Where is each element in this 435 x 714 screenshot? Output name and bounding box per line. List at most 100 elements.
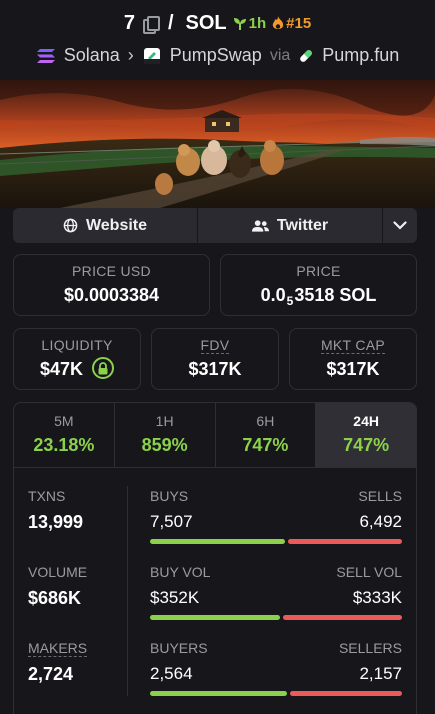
trending-rank-value: #15 [286,15,312,32]
tab-24h-change: 747% [343,435,390,455]
lock-icon[interactable] [92,357,115,380]
fire-icon [272,16,284,29]
sells-label: SELLS [358,488,402,504]
tab-1h-label: 1H [155,413,174,429]
volume-value: $686K [28,588,82,608]
stats-divider [127,486,128,696]
website-label: Website [85,216,148,234]
users-icon [251,219,269,232]
price-native-digits: 3518 SOL [294,285,377,305]
pair-header: 7 / SOL 1h #15 Solana › PumpSwap via Pum… [0,0,435,80]
trending-rank[interactable]: #15 [272,15,311,32]
price-usd-box: PRICE USD $0.0003384 [13,254,210,316]
tab-6h-label: 6H [256,413,275,429]
price-native-label: PRICE [296,263,341,279]
txns-value: 13,999 [28,512,84,532]
volume-label: VOLUME [28,564,88,580]
txns-label: TXNS [28,488,66,504]
website-button[interactable]: Website [13,208,198,243]
liquidity-value: $47K [39,359,83,379]
tab-1h[interactable]: 1H 859% [115,403,216,467]
via-label: via [269,46,291,64]
buy-sell-volume-stat: BUY VOL SELL VOL $352K $333K [150,564,402,620]
pumpswap-logo-icon [143,47,160,64]
tab-5m-label: 5M [54,413,74,429]
buy-vol-value: $352K [150,588,200,607]
sell-vol-value: $333K [352,588,402,607]
tab-1h-change: 859% [141,435,188,455]
buys-bar-fill [150,539,286,544]
tab-5m[interactable]: 5M 23.18% [14,403,115,467]
pair-age: 1h [233,15,267,32]
market-cap-box: MKT CAP $317K [289,328,417,390]
buys-label: BUYS [150,488,189,504]
price-usd-label: PRICE USD [72,263,151,279]
tab-24h-label: 24H [353,413,379,429]
liquidity-value-row: $47K [14,357,140,381]
price-native-prefix: 0.0 [260,285,286,305]
makers-value: 2,724 [28,664,74,684]
quote-symbol: SOL [185,12,227,34]
sells-value: 6,492 [359,512,402,531]
pair-separator: / [167,12,174,34]
buy-vol-label: BUY VOL [150,564,211,580]
sellers-value: 2,157 [359,664,402,683]
twitter-button[interactable]: Twitter [198,208,382,243]
twitter-label: Twitter [276,216,329,234]
tab-6h-change: 747% [242,435,289,455]
buy-sell-volume-bar [150,615,402,620]
buyers-label: BUYERS [150,640,208,656]
sell-vol-bar-fill [282,615,402,620]
fdv-label: FDV [152,337,278,354]
volume-stat: VOLUME $686K [28,564,87,609]
pair-age-value: 1h [248,15,267,32]
pill-icon [300,49,313,62]
sells-bar-fill [288,539,402,544]
makers-stat: MAKERS 2,724 [28,640,88,685]
social-links: Website Twitter [13,208,417,243]
buyers-value: 2,564 [150,664,193,683]
buyers-sellers-bar [150,691,402,696]
dex-link[interactable]: PumpSwap [170,45,262,66]
token-symbol: 7 [123,12,135,34]
price-usd-value: $0.0003384 [63,285,160,305]
buys-sells-stat: BUYS SELLS 7,507 6,492 [150,488,402,544]
tab-6h[interactable]: 6H 747% [216,403,317,467]
buyers-sellers-stat: BUYERS SELLERS 2,564 2,157 [150,640,402,696]
tab-24h[interactable]: 24H 747% [316,403,416,467]
solana-logo-icon [36,48,55,63]
launchpad-link[interactable]: Pump.fun [322,45,399,66]
market-cap-label: MKT CAP [290,337,416,354]
fdv-box: FDV $317K [151,328,279,390]
chevron-right-icon: › [127,45,134,65]
buyers-bar-fill [150,691,287,696]
globe-icon [63,218,78,233]
buys-sells-bar [150,539,402,544]
sellers-bar-fill [289,691,402,696]
market-cap-label-text: MKT CAP [320,337,386,354]
sellers-label: SELLERS [338,640,402,656]
chain-link[interactable]: Solana [64,45,120,66]
copy-icon[interactable] [142,16,160,34]
more-links-button[interactable] [382,208,417,243]
price-native-zero-count: 5 [286,294,294,308]
breadcrumb: Solana › PumpSwap via Pump.fun [0,45,435,66]
buys-value: 7,507 [150,512,193,531]
fdv-label-text: FDV [200,337,230,354]
tab-5m-change: 23.18% [33,435,95,455]
market-cap-value: $317K [326,359,380,379]
makers-label-text: MAKERS [28,640,88,657]
makers-label: MAKERS [28,640,88,657]
txns-stat: TXNS 13,999 [28,488,83,533]
price-native-box: PRICE 0.053518 SOL [220,254,417,316]
fdv-value: $317K [188,359,242,379]
buy-vol-bar-fill [150,615,280,620]
price-native-value: 0.053518 SOL [221,285,416,308]
trade-stats: TXNS 13,999 VOLUME $686K MAKERS 2,724 BU… [13,468,417,714]
liquidity-box: LIQUIDITY $47K [13,328,141,390]
sell-vol-label: SELL VOL [336,564,402,580]
liquidity-label: LIQUIDITY [41,337,113,353]
pair-title: 7 / SOL 1h #15 [0,12,435,35]
period-tabs: 5M 23.18% 1H 859% 6H 747% 24H 747% [13,402,417,468]
chevron-down-icon [393,221,407,230]
